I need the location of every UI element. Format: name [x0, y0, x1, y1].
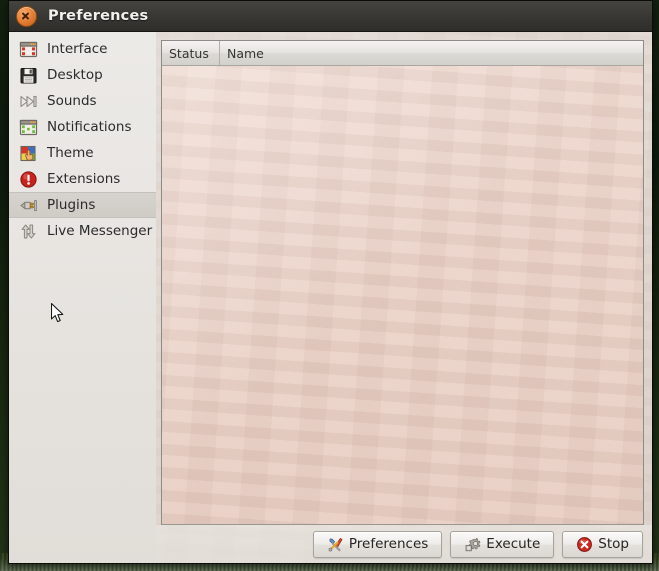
sidebar-item-label: Notifications [47, 119, 132, 135]
stop-circle-icon [576, 536, 593, 553]
sidebar-item-live-messenger[interactable]: Live Messenger [9, 218, 156, 244]
plug-icon [19, 196, 38, 215]
button-label: Stop [598, 536, 629, 552]
sidebar-item-plugins[interactable]: Plugins [9, 192, 156, 218]
window-title: Preferences [48, 8, 149, 24]
sidebar-item-desktop[interactable]: Desktop [9, 62, 156, 88]
stop-button[interactable]: Stop [562, 530, 643, 558]
column-header-name[interactable]: Name [220, 41, 643, 65]
plugins-list-rows[interactable] [162, 66, 643, 524]
skip-forward-icon [19, 92, 38, 111]
button-label: Execute [486, 536, 541, 552]
sidebar-item-notifications[interactable]: Notifications [9, 114, 156, 140]
plugins-list-panel: Status Name [161, 40, 644, 525]
preferences-window: Preferences Interface Desktop Sounds Not… [8, 0, 653, 564]
warning-circle-icon [19, 170, 38, 189]
sync-arrows-icon [19, 222, 38, 241]
button-label: Preferences [348, 536, 429, 552]
sidebar-item-sounds[interactable]: Sounds [9, 88, 156, 114]
sidebar: Interface Desktop Sounds Notifications T… [9, 32, 156, 563]
sidebar-item-label: Theme [47, 145, 94, 161]
sidebar-item-interface[interactable]: Interface [9, 36, 156, 62]
theme-palette-icon [19, 144, 38, 163]
preferences-button[interactable]: Preferences [312, 530, 443, 558]
sidebar-item-label: Live Messenger [47, 223, 153, 239]
close-circle-icon[interactable] [16, 5, 37, 27]
gears-icon [464, 536, 481, 553]
sidebar-item-extensions[interactable]: Extensions [9, 166, 156, 192]
dialog-button-bar: Preferences Execute Stop [156, 525, 652, 563]
floppy-disk-icon [19, 66, 38, 85]
notifications-window-icon [19, 118, 38, 137]
sidebar-item-label: Extensions [47, 171, 121, 187]
interface-window-icon [19, 40, 38, 59]
main-content: Status Name Preferences Execute Stop [156, 32, 652, 563]
execute-button[interactable]: Execute [450, 530, 555, 558]
sidebar-item-theme[interactable]: Theme [9, 140, 156, 166]
sidebar-item-label: Desktop [47, 67, 103, 83]
sidebar-item-label: Sounds [47, 93, 97, 109]
list-column-headers: Status Name [162, 41, 643, 66]
column-header-status[interactable]: Status [162, 41, 220, 65]
sidebar-item-label: Plugins [47, 197, 96, 213]
tools-icon [327, 536, 344, 553]
window-body: Interface Desktop Sounds Notifications T… [9, 32, 652, 563]
sidebar-item-label: Interface [47, 41, 108, 57]
window-titlebar[interactable]: Preferences [9, 1, 652, 32]
